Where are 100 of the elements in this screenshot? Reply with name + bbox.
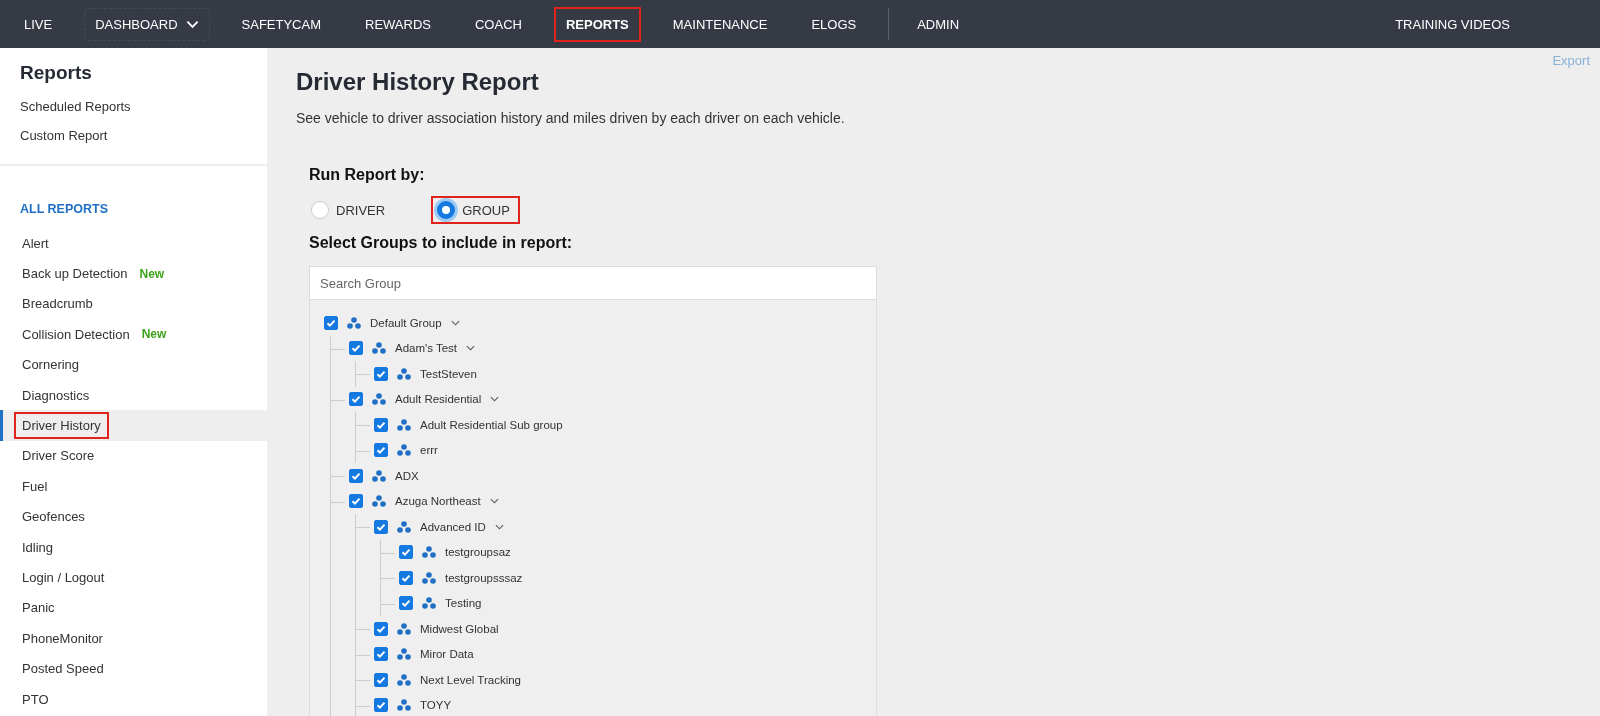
report-name: Panic (21, 599, 56, 618)
checkbox[interactable] (399, 596, 413, 611)
sidebar-item[interactable]: Alert (0, 228, 267, 259)
report-name: Cornering (21, 356, 81, 375)
nav-link[interactable]: LIVE (22, 6, 65, 42)
radio-button[interactable] (311, 201, 329, 219)
nav-link[interactable]: REWARDS (353, 6, 443, 42)
group-icon (397, 699, 411, 712)
search-field[interactable]: Search Group (310, 267, 876, 300)
report-name: Driver Score (21, 447, 96, 466)
chevron-icon[interactable] (450, 319, 460, 326)
chevron-down-icon (185, 19, 199, 29)
report-name: PTO (21, 690, 50, 709)
chevron-icon[interactable] (490, 396, 500, 403)
checkbox[interactable] (374, 366, 388, 381)
sidebar-item[interactable]: Diagnostics (0, 379, 267, 411)
radio-button[interactable] (437, 201, 456, 219)
sidebar-item[interactable]: Breadcrumb (0, 288, 267, 320)
page-description: See vehicle to driver association history and miles driven by each driver on each vehicle. (296, 110, 846, 126)
checkbox[interactable] (349, 468, 363, 483)
sidebar-item[interactable]: PhoneMonitor (0, 623, 267, 654)
radio-option[interactable]: GROUP (431, 196, 520, 224)
group-icon (347, 316, 361, 329)
sidebar-item[interactable]: Idling (0, 531, 267, 563)
sidebar-item[interactable]: Login / Logout (0, 562, 267, 593)
checkbox[interactable] (374, 519, 388, 534)
group-icon (372, 495, 386, 508)
chevron-icon[interactable] (494, 523, 504, 530)
checkbox[interactable] (349, 341, 363, 356)
sidebar-item[interactable]: Panic (0, 592, 267, 624)
group-icon (372, 393, 386, 406)
group-icon (397, 648, 411, 661)
sidebar-item[interactable]: Geofences (0, 501, 267, 532)
group-name[interactable]: ADX (395, 469, 419, 482)
report-name: Back up Detection (21, 265, 129, 284)
sidebar-item[interactable]: Driver History (0, 410, 267, 441)
sidebar-item[interactable]: Cornering (0, 349, 267, 380)
group-name[interactable]: Adult Residential (395, 393, 482, 406)
checkbox[interactable] (374, 443, 388, 458)
sidebar-item[interactable]: Driver Score (0, 440, 267, 472)
sidebar-item[interactable]: Collision Detection New (0, 319, 267, 350)
nav-link[interactable]: SAFETYCAM (229, 6, 333, 42)
checkbox[interactable] (374, 647, 388, 662)
chevron-icon[interactable] (489, 498, 499, 505)
checkbox[interactable] (399, 570, 413, 585)
sidebar-item[interactable]: Posted Speed (0, 653, 267, 684)
chevron-icon[interactable] (466, 345, 476, 352)
checkbox[interactable] (374, 698, 388, 713)
page-title: Driver History Report (296, 68, 540, 96)
group-icon (397, 673, 411, 686)
group-name[interactable]: Adult Residential Sub group (420, 418, 563, 431)
group-name[interactable]: Default Group (370, 316, 442, 329)
group-icon (397, 444, 411, 457)
radio-option[interactable]: DRIVER (305, 196, 396, 224)
group-icon (372, 469, 386, 482)
new-label: New (139, 266, 165, 281)
group-name[interactable]: TestSteven (420, 367, 477, 380)
report-name: Fuel (21, 477, 49, 496)
group-name[interactable]: Advanced ID (420, 520, 486, 533)
nav-link[interactable]: ADMIN (905, 6, 972, 42)
group-name[interactable]: Next Level Tracking (420, 673, 521, 686)
new-label: New (141, 327, 167, 342)
checkbox[interactable] (374, 672, 388, 687)
group-name[interactable]: Azuga Northeast (395, 495, 481, 508)
group-name[interactable]: testgroupsssaz (445, 571, 523, 584)
report-name: PhoneMonitor (21, 629, 104, 648)
sidebar-link[interactable]: Scheduled Reports (20, 92, 267, 121)
checkbox[interactable] (374, 621, 388, 636)
group-name[interactable]: Midwest Global (420, 622, 499, 635)
checkbox[interactable] (349, 392, 363, 407)
report-name: Driver History (14, 412, 109, 440)
report-name: Breadcrumb (21, 295, 94, 314)
nav-link[interactable]: MAINTENANCE (660, 6, 780, 42)
sidebar-link[interactable]: Custom Report (20, 121, 267, 150)
checkbox[interactable] (399, 545, 413, 560)
nav-link[interactable]: DASHBOARD (84, 7, 210, 41)
report-name: Diagnostics (21, 386, 91, 405)
checkbox[interactable] (374, 417, 388, 432)
sidebar-item[interactable]: PTO (0, 683, 267, 715)
checkbox[interactable] (324, 315, 338, 330)
checkbox[interactable] (349, 494, 363, 509)
nav-link[interactable]: REPORTS (553, 6, 641, 42)
nav-link[interactable]: ELOGS (799, 6, 869, 42)
sidebar-title: Reports (20, 62, 93, 84)
group-name[interactable]: Miror Data (420, 648, 474, 661)
group-name[interactable]: TOYY (420, 699, 452, 712)
nav-link[interactable]: TRAINING VIDEOS (1383, 6, 1522, 42)
report-name: Alert (21, 234, 50, 253)
sidebar-item[interactable]: Fuel (0, 471, 267, 502)
report-name: Login / Logout (21, 569, 106, 587)
nav-link[interactable]: COACH (463, 6, 534, 42)
group-name[interactable]: Testing (445, 597, 482, 610)
sidebar-item[interactable]: Back up Detection New (0, 258, 267, 289)
group-name[interactable]: errr (420, 444, 438, 457)
group-name[interactable]: Adam's Test (395, 342, 458, 355)
group-name[interactable]: testgroupsaz (445, 546, 511, 559)
group-icon (422, 597, 436, 610)
group-icon (422, 546, 436, 559)
report-name: Collision Detection (21, 325, 131, 344)
group-icon (372, 342, 386, 355)
